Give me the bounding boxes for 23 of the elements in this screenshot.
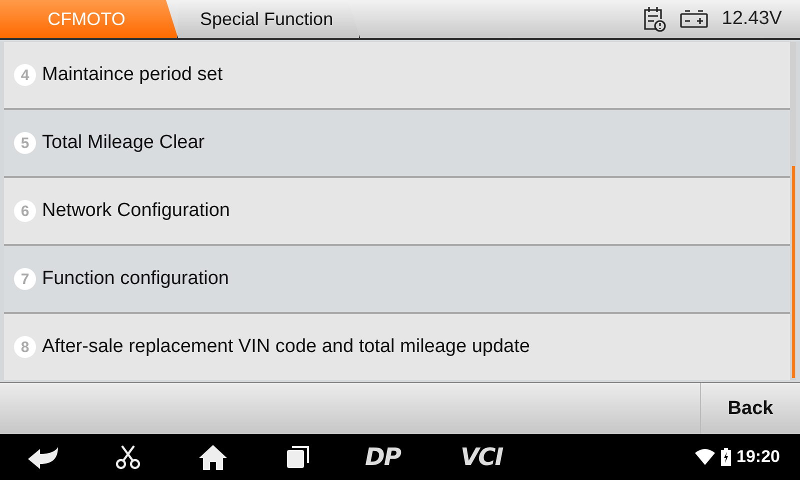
item-number: 8 xyxy=(14,336,36,358)
item-label: Total Mileage Clear xyxy=(42,132,205,154)
function-item[interactable]: 4 Maintaince period set xyxy=(4,42,790,108)
item-number: 6 xyxy=(14,200,36,222)
clock: 19:20 xyxy=(736,447,780,467)
item-label: Network Configuration xyxy=(42,200,230,222)
battery-charging-icon xyxy=(720,448,731,466)
battery-icon xyxy=(680,10,708,28)
item-label: Maintaince period set xyxy=(42,64,223,86)
function-item[interactable]: 6 Network Configuration xyxy=(4,178,790,244)
function-item[interactable]: 7 Function configuration xyxy=(4,246,790,312)
function-item[interactable]: 8 After-sale replacement VIN code and total mileage update xyxy=(4,314,790,380)
item-number: 5 xyxy=(14,132,36,154)
item-label: After-sale replacement VIN code and total mileage update xyxy=(42,336,530,358)
dp-logo[interactable]: DP xyxy=(365,443,401,471)
vci-logo[interactable]: VCI xyxy=(460,443,503,471)
calendar-alert-icon[interactable] xyxy=(642,5,666,33)
function-item[interactable]: 5 Total Mileage Clear xyxy=(4,110,790,176)
item-number: 7 xyxy=(14,268,36,290)
voltage-reading: 12.43V xyxy=(722,8,782,30)
wifi-icon xyxy=(694,449,715,465)
item-number: 4 xyxy=(14,64,36,86)
item-label: Function configuration xyxy=(42,268,229,290)
